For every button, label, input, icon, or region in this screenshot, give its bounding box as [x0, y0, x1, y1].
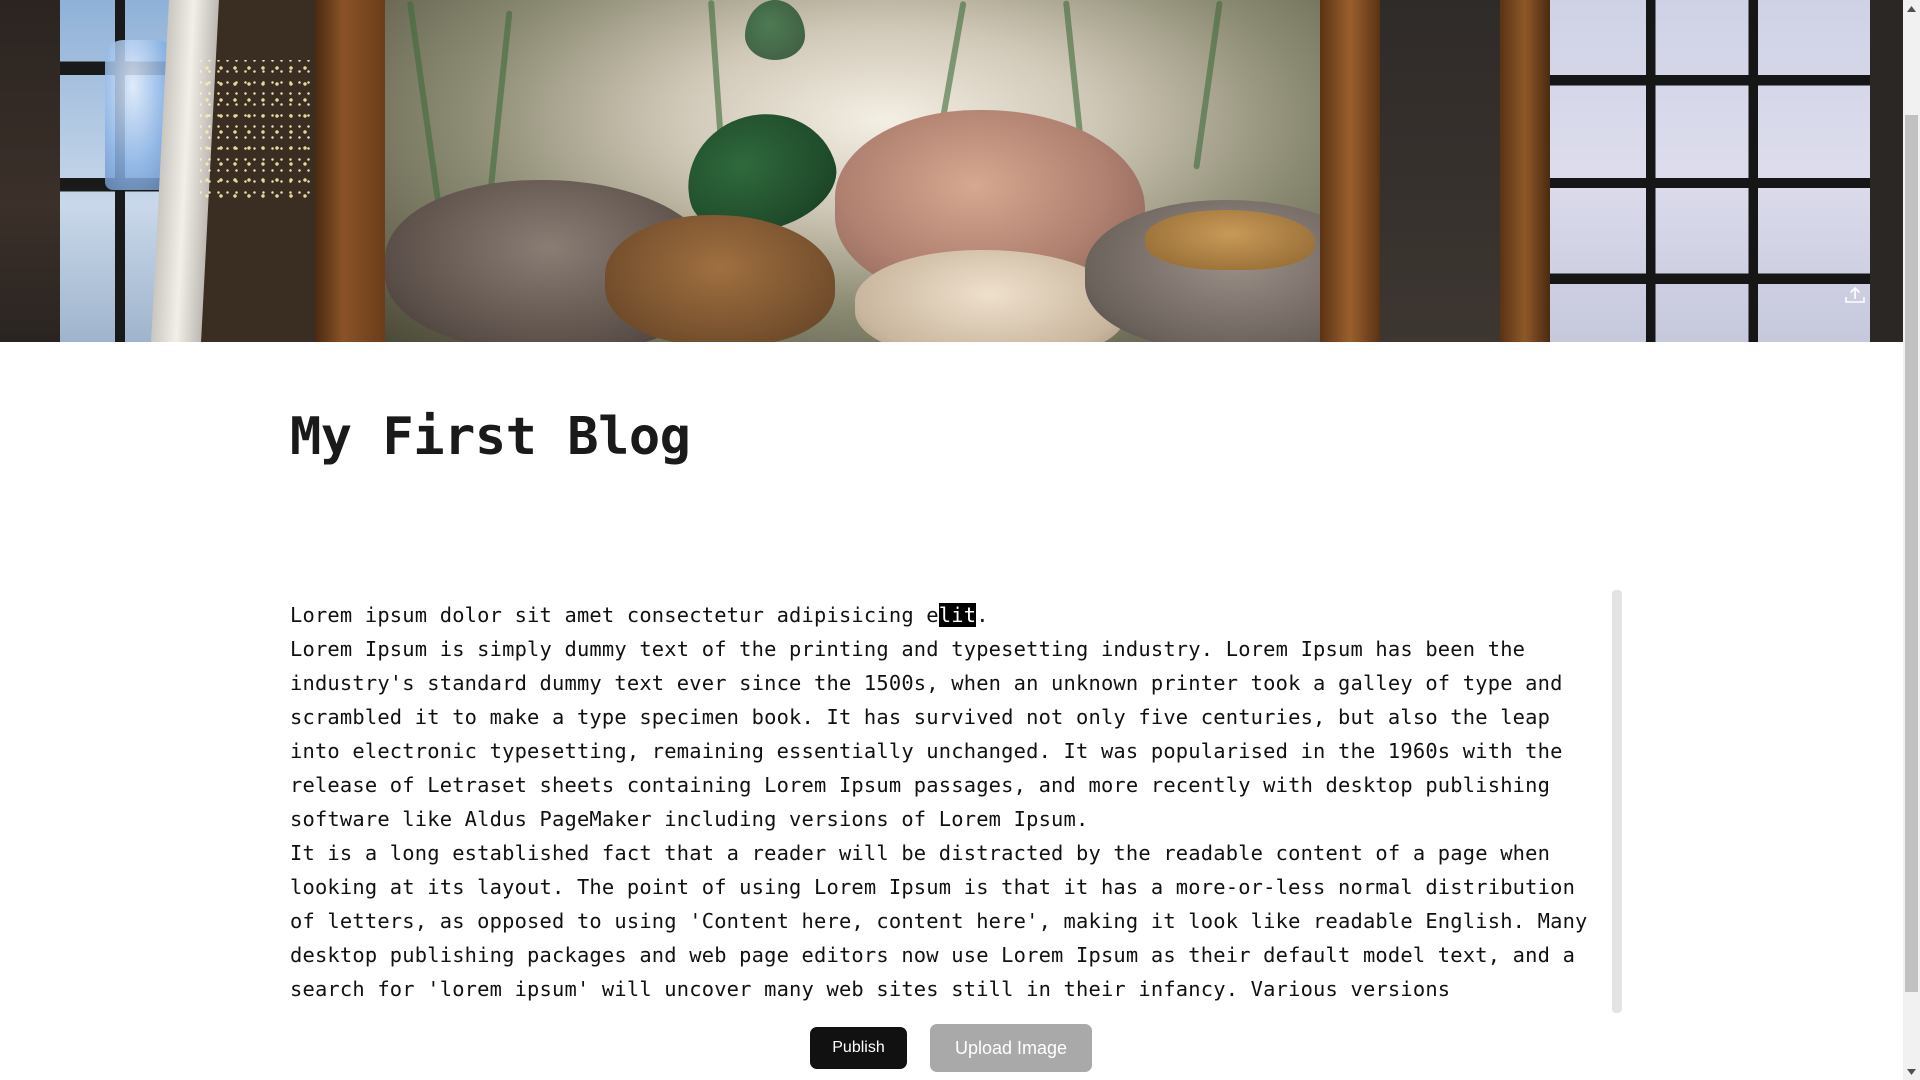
- post-body-paragraph: It is a long established fact that a rea…: [290, 841, 1588, 1001]
- scroll-up-arrow-icon[interactable]: [1903, 0, 1920, 17]
- post-body-line: Lorem ipsum dolor sit amet consectetur a…: [290, 598, 1602, 632]
- cover-scene-leaf: [745, 0, 805, 60]
- cover-scene-fairy-lights: [200, 60, 320, 200]
- cover-scene-wood-frame-far-right: [1500, 0, 1550, 342]
- cover-image: [0, 0, 1903, 342]
- selected-text: lit: [938, 603, 977, 627]
- post-title[interactable]: My First Blog: [290, 407, 691, 467]
- publish-button[interactable]: Publish: [810, 1027, 907, 1069]
- page-scrollbar-thumb[interactable]: [1905, 115, 1918, 992]
- cover-scene-center: [385, 0, 1385, 342]
- cover-scene-right-edge: [1870, 0, 1903, 342]
- cover-scene-pillow-gold: [1145, 210, 1315, 270]
- blog-editor-page: My First Blog Lorem ipsum dolor sit amet…: [0, 0, 1920, 1080]
- post-body-paragraph: Lorem Ipsum is simply dummy text of the …: [290, 637, 1563, 831]
- cover-scene-pillow-brown: [605, 215, 835, 342]
- upload-image-button[interactable]: Upload Image: [930, 1024, 1092, 1072]
- post-body-text-before-selection: Lorem ipsum dolor sit amet consectetur a…: [290, 603, 939, 627]
- scroll-down-arrow-icon[interactable]: [1903, 1063, 1920, 1080]
- cover-scene-right-room: [1380, 0, 1500, 342]
- upload-icon[interactable]: [1844, 285, 1866, 305]
- post-body-text[interactable]: Lorem ipsum dolor sit amet consectetur a…: [290, 598, 1602, 1006]
- post-body-text-after-selection: .: [976, 603, 989, 627]
- cover-scene-plant-stem: [1193, 0, 1223, 170]
- cover-scene-right-window: [1550, 0, 1870, 342]
- cover-scene-wood-frame-right: [1320, 0, 1380, 342]
- post-body-editor[interactable]: Lorem ipsum dolor sit amet consectetur a…: [290, 598, 1610, 1010]
- editor-scrollbar[interactable]: [1612, 590, 1622, 1013]
- cover-scene-wood-frame-left: [315, 0, 385, 342]
- page-scrollbar[interactable]: [1903, 0, 1920, 1080]
